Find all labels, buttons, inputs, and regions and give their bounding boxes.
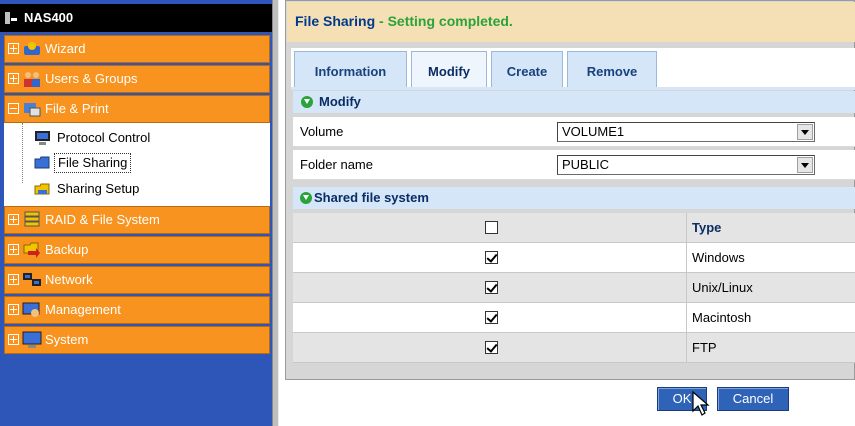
checkbox-cell <box>293 243 687 272</box>
folder-name-label: Folder name <box>300 157 373 172</box>
type-cell: Unix/Linux <box>692 280 753 295</box>
expand-icon[interactable] <box>8 43 19 54</box>
table-row: FTP <box>293 333 855 363</box>
tab-underline <box>291 87 855 90</box>
page-title: File Sharing - Setting completed. <box>295 13 513 29</box>
nas-device-icon <box>5 12 17 24</box>
nav-item-management[interactable]: Management <box>4 296 270 324</box>
type-column-header: Type <box>692 220 722 235</box>
page-header: File Sharing - Setting completed. <box>287 2 855 42</box>
type-cell: FTP <box>692 340 717 355</box>
raid-icon <box>24 211 40 227</box>
nav-item-users-groups[interactable]: Users & Groups <box>4 65 270 93</box>
volume-value: VOLUME1 <box>562 124 625 139</box>
type-cell: Windows <box>692 250 745 265</box>
table-row: Macintosh <box>293 303 855 333</box>
file-print-submenu: Protocol Control File Sharing Sharing Se… <box>4 123 270 206</box>
chevron-down-icon[interactable] <box>797 124 813 140</box>
tab-create[interactable]: Create <box>491 51 563 87</box>
unix-linux-checkbox[interactable] <box>485 281 498 294</box>
table-row: Windows <box>293 243 855 273</box>
nav-item-label: Backup <box>45 242 89 257</box>
windows-checkbox[interactable] <box>485 251 498 264</box>
nav-item-raid[interactable]: RAID & File System <box>4 206 270 234</box>
tab-bar: Information Modify Create Remove <box>291 48 855 90</box>
expand-icon[interactable] <box>8 304 19 315</box>
users-groups-icon <box>24 72 40 87</box>
volume-row: Volume VOLUME1 <box>293 117 855 147</box>
protocol-control-icon <box>35 131 50 145</box>
expand-icon[interactable] <box>8 73 19 84</box>
left-navigation: NAS400 Wizard Users & Groups File & Prin… <box>0 0 272 426</box>
tab-information[interactable]: Information <box>294 51 407 87</box>
checkbox-cell <box>293 333 687 362</box>
nav-item-label: System <box>45 332 89 347</box>
content-frame: File Sharing - Setting completed. Inform… <box>285 0 855 380</box>
shared-fs-section-header: Shared file system <box>293 187 855 209</box>
cancel-button[interactable]: Cancel <box>717 387 789 411</box>
checkbox-cell <box>293 303 687 332</box>
backup-icon <box>23 242 40 258</box>
folder-name-value: PUBLIC <box>562 157 609 172</box>
file-print-icon <box>24 103 41 117</box>
nav-item-system[interactable]: System <box>4 326 270 354</box>
title-separator: - <box>375 13 388 29</box>
nav-title: NAS400 <box>0 4 272 32</box>
folder-icon <box>34 156 50 169</box>
macintosh-checkbox[interactable] <box>485 311 498 324</box>
folder-row: Folder name PUBLIC <box>293 150 855 180</box>
select-all-cell <box>293 213 687 242</box>
select-all-checkbox[interactable] <box>485 221 498 234</box>
section-bullet-icon <box>300 192 312 204</box>
folder-name-select[interactable]: PUBLIC <box>557 155 815 175</box>
nav-item-label: Management <box>45 302 121 317</box>
nav-item-label: File & Print <box>45 101 109 116</box>
sub-item-label: Sharing Setup <box>57 181 140 196</box>
main-content: File Sharing - Setting completed. Inform… <box>285 0 855 426</box>
status-message: Setting completed. <box>387 13 513 29</box>
checkbox-cell <box>293 273 687 302</box>
chevron-down-icon[interactable] <box>797 157 813 173</box>
nav-item-label: Network <box>45 272 93 287</box>
section-title: Shared file system <box>314 190 429 205</box>
table-row: Unix/Linux <box>293 273 855 303</box>
collapse-icon[interactable] <box>8 103 19 114</box>
ftp-checkbox[interactable] <box>485 341 498 354</box>
sub-item-label: Protocol Control <box>57 130 151 145</box>
section-bullet-icon <box>301 96 313 108</box>
network-icon <box>23 273 41 286</box>
modify-section-header: Modify <box>293 91 855 113</box>
system-icon <box>22 331 42 348</box>
tab-remove[interactable]: Remove <box>567 51 657 87</box>
tab-modify[interactable]: Modify <box>411 51 487 87</box>
nav-item-wizard[interactable]: Wizard <box>4 35 270 63</box>
nav-item-label: Users & Groups <box>45 71 138 86</box>
expand-icon[interactable] <box>8 334 19 345</box>
nav-item-label: RAID & File System <box>45 212 160 227</box>
management-icon <box>22 302 40 317</box>
mouse-pointer-icon <box>692 391 710 416</box>
sub-item-label: File Sharing <box>54 153 132 173</box>
nav-item-backup[interactable]: Backup <box>4 236 270 264</box>
nav-item-file-print[interactable]: File & Print <box>4 95 270 123</box>
nav-title-text: NAS400 <box>24 10 74 25</box>
panel-splitter[interactable] <box>272 0 279 426</box>
expand-icon[interactable] <box>8 274 19 285</box>
wizard-icon <box>24 42 40 55</box>
expand-icon[interactable] <box>8 214 19 225</box>
expand-icon[interactable] <box>8 244 19 255</box>
nav-item-label: Wizard <box>45 41 86 56</box>
section-title: Modify <box>319 94 361 109</box>
type-cell: Macintosh <box>692 310 752 325</box>
page-title-text: File Sharing <box>295 13 376 29</box>
volume-select[interactable]: VOLUME1 <box>557 122 815 142</box>
volume-label: Volume <box>300 124 344 139</box>
table-header-row: Type <box>293 213 855 243</box>
nav-item-network[interactable]: Network <box>4 266 270 294</box>
sharing-setup-icon <box>34 183 50 195</box>
